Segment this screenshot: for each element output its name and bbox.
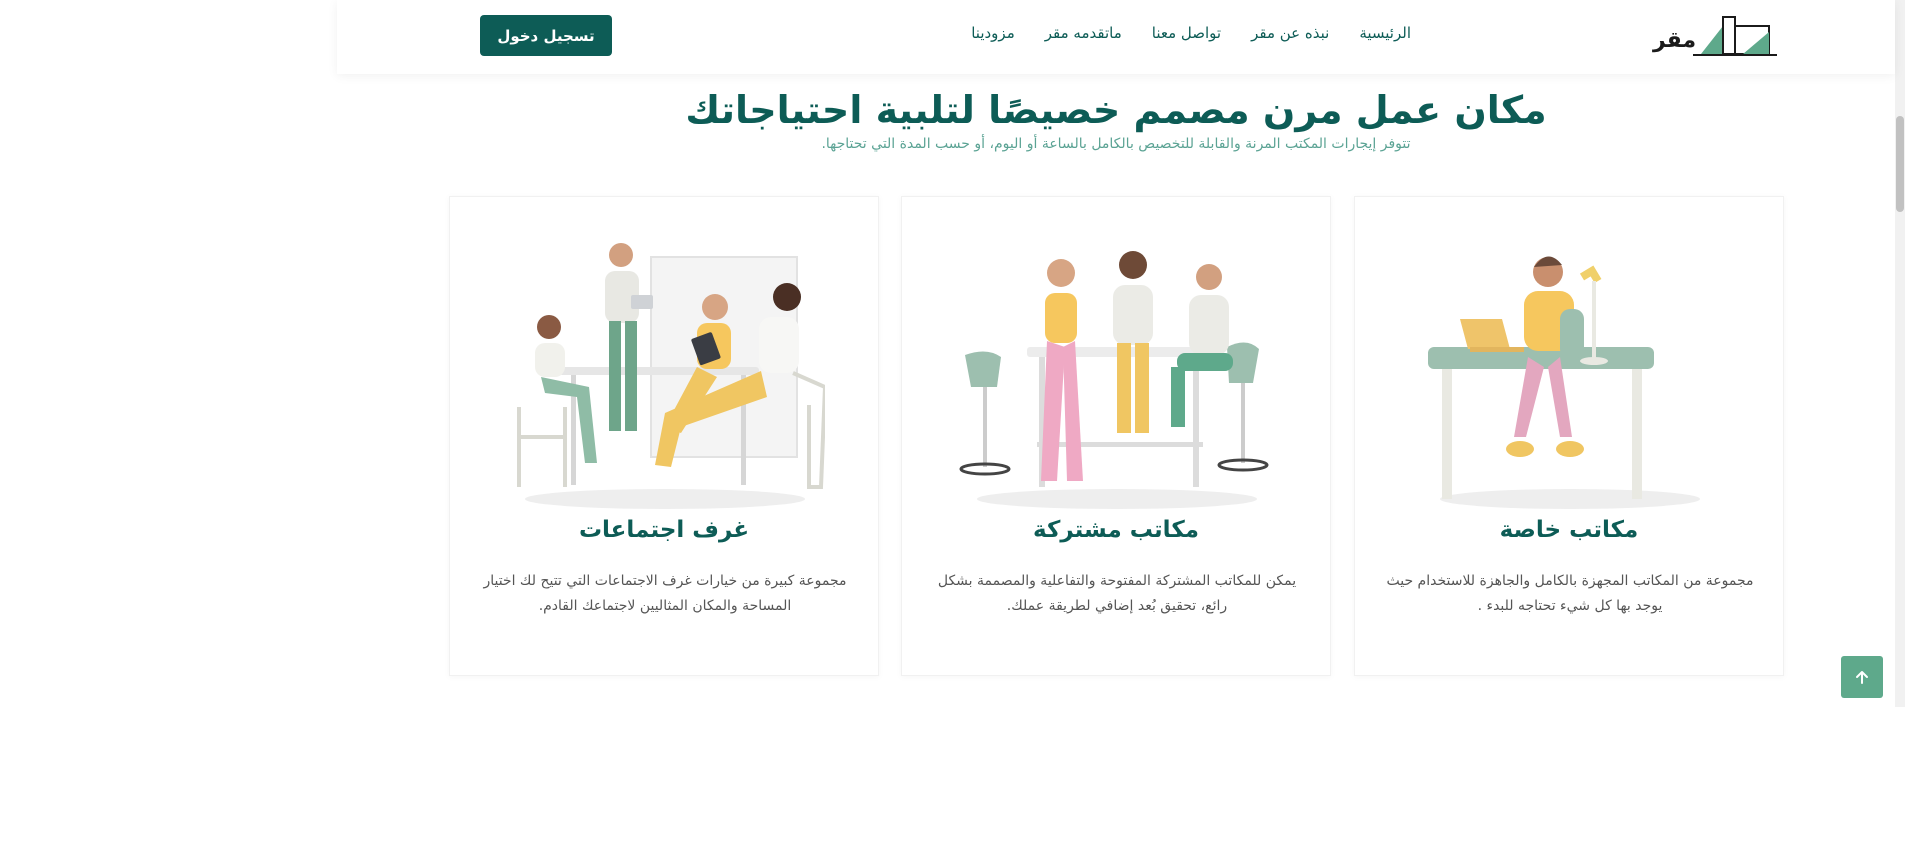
logo[interactable]: مقر bbox=[1653, 14, 1777, 58]
page-scrollbar[interactable] bbox=[1895, 0, 1905, 707]
card-description: يمكن للمكاتب المشتركة المفتوحة والتفاعلي… bbox=[937, 573, 1297, 614]
back-to-top-button[interactable] bbox=[1841, 656, 1883, 698]
logo-text: مقر bbox=[1653, 28, 1697, 53]
arrow-up-icon bbox=[1856, 671, 1868, 684]
hero-subtitle: تتوفر إيجارات المكتب المرنة والقابلة للت… bbox=[821, 136, 1411, 152]
login-button[interactable]: تسجيل دخول bbox=[480, 15, 612, 56]
nav-contact[interactable]: تواصل معنا bbox=[1152, 24, 1221, 42]
nav-services[interactable]: ماتقدمه مقر bbox=[1045, 24, 1122, 42]
card-description: مجموعة كبيرة من خيارات غرف الاجتماعات ال… bbox=[483, 573, 847, 614]
logo-mark-icon bbox=[1693, 16, 1777, 56]
nav-providers[interactable]: مزودينا bbox=[971, 24, 1015, 42]
meeting-room-illustration bbox=[517, 243, 825, 509]
main-nav: الرئيسية نبذه عن مقر تواصل معنا ماتقدمه … bbox=[971, 24, 1411, 42]
site-header: مقر الرئيسية نبذه عن مقر تواصل معنا ماتق… bbox=[337, 0, 1895, 74]
scrollbar-thumb[interactable] bbox=[1896, 116, 1904, 212]
card-private-offices: مكاتب خاصة مجموعة من المكاتب المجهزة بال… bbox=[1354, 196, 1784, 676]
private-office-illustration bbox=[1428, 256, 1700, 509]
card-shared-offices: مكاتب مشتركة يمكن للمكاتب المشتركة المفت… bbox=[901, 196, 1331, 676]
hero-title: مكان عمل مرن مصمم خصيصًا لتلبية احتياجات… bbox=[685, 88, 1547, 132]
nav-about[interactable]: نبذه عن مقر bbox=[1251, 24, 1329, 42]
card-meeting-rooms: غرف اجتماعات مجموعة كبيرة من خيارات غرف … bbox=[449, 196, 879, 676]
shared-office-illustration bbox=[959, 251, 1269, 509]
card-title: غرف اجتماعات bbox=[578, 517, 750, 543]
nav-home[interactable]: الرئيسية bbox=[1359, 24, 1411, 42]
card-description: مجموعة من المكاتب المجهزة بالكامل والجاه… bbox=[1386, 573, 1754, 614]
card-title: مكاتب خاصة bbox=[1499, 517, 1639, 543]
card-title: مكاتب مشتركة bbox=[1033, 517, 1199, 543]
